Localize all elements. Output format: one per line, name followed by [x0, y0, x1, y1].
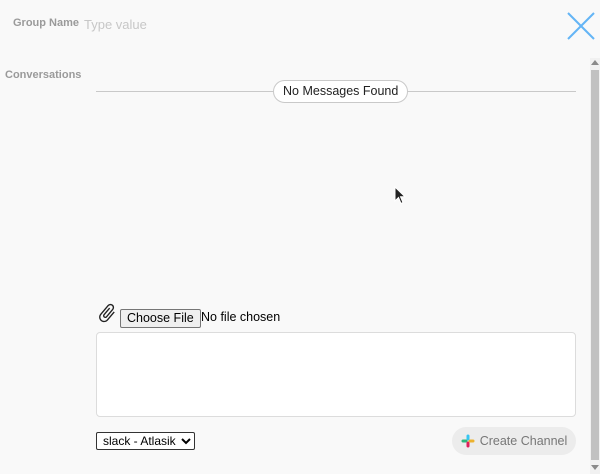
- no-messages-badge: No Messages Found: [273, 80, 409, 103]
- scrollbar-thumb[interactable]: [591, 70, 599, 460]
- scroll-down-arrow-icon[interactable]: [591, 465, 599, 470]
- create-channel-label: Create Channel: [479, 434, 568, 448]
- create-channel-button[interactable]: Create Channel: [452, 427, 576, 455]
- mouse-cursor-icon: [394, 186, 407, 205]
- scroll-up-arrow-icon[interactable]: [591, 60, 599, 65]
- close-icon[interactable]: [563, 8, 599, 44]
- conversations-label: Conversations: [5, 69, 82, 81]
- paperclip-icon[interactable]: [96, 302, 118, 324]
- group-name-input[interactable]: [82, 13, 386, 35]
- workspace-select[interactable]: slack - Atlasiko: [96, 432, 195, 450]
- message-textarea[interactable]: [96, 332, 576, 417]
- slack-icon: [461, 434, 475, 448]
- group-name-label: Group Name: [13, 17, 80, 29]
- file-status-text: No file chosen: [201, 310, 281, 324]
- choose-file-button[interactable]: Choose File: [120, 309, 201, 328]
